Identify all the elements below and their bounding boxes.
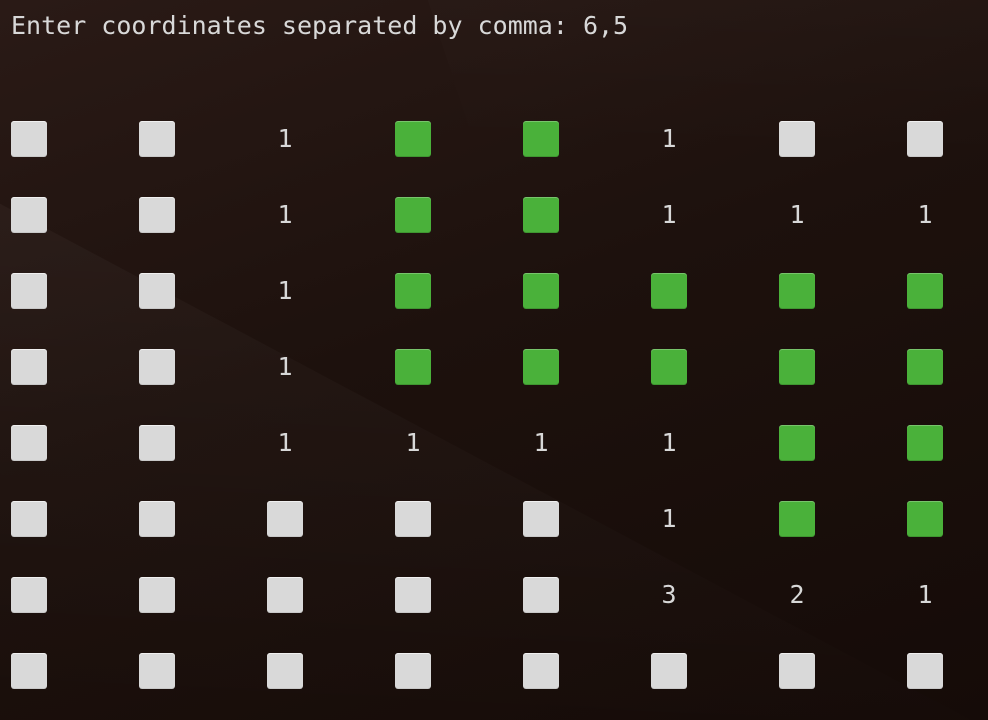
green-square-icon: [907, 273, 943, 309]
mine-count-cell: 2: [789, 580, 805, 609]
hidden-square-icon[interactable]: [907, 653, 943, 689]
board-row: 1: [11, 501, 988, 537]
mine-count-cell: 1: [661, 200, 677, 229]
mine-count-cell: 1: [917, 200, 933, 229]
hidden-square-icon[interactable]: [139, 273, 175, 309]
mine-count-cell: 3: [661, 580, 677, 609]
hidden-square-icon[interactable]: [11, 349, 47, 385]
hidden-square-icon[interactable]: [139, 653, 175, 689]
hidden-square-icon[interactable]: [139, 197, 175, 233]
minesweeper-board: 1111111111111321: [11, 121, 988, 720]
hidden-square-icon[interactable]: [11, 653, 47, 689]
green-square-icon: [395, 197, 431, 233]
green-square-icon: [651, 273, 687, 309]
green-square-icon: [395, 349, 431, 385]
board-row: 1 1 1 1: [11, 425, 988, 461]
green-square-icon: [779, 349, 815, 385]
mine-count-cell: 1: [789, 200, 805, 229]
hidden-square-icon[interactable]: [139, 425, 175, 461]
terminal-window[interactable]: Enter coordinates separated by comma: 6,…: [0, 0, 988, 720]
hidden-square-icon[interactable]: [139, 501, 175, 537]
board-row: [11, 653, 988, 689]
green-square-icon: [779, 273, 815, 309]
hidden-square-icon[interactable]: [11, 577, 47, 613]
mine-count-cell: 1: [661, 504, 677, 533]
hidden-square-icon[interactable]: [139, 349, 175, 385]
hidden-square-icon[interactable]: [523, 577, 559, 613]
mine-count-cell: 1: [533, 428, 549, 457]
hidden-square-icon[interactable]: [267, 501, 303, 537]
board-row: 3 2 1: [11, 577, 988, 613]
hidden-square-icon[interactable]: [395, 653, 431, 689]
green-square-icon: [523, 121, 559, 157]
hidden-square-icon[interactable]: [139, 577, 175, 613]
mine-count-cell: 1: [277, 428, 293, 457]
mine-count-cell: 1: [661, 124, 677, 153]
hidden-square-icon[interactable]: [11, 197, 47, 233]
board-row: 1: [11, 349, 988, 385]
mine-count-cell: 1: [277, 276, 293, 305]
green-square-icon: [395, 273, 431, 309]
hidden-square-icon[interactable]: [779, 121, 815, 157]
green-square-icon: [779, 425, 815, 461]
hidden-square-icon[interactable]: [651, 653, 687, 689]
green-square-icon: [523, 273, 559, 309]
hidden-square-icon[interactable]: [395, 501, 431, 537]
green-square-icon: [395, 121, 431, 157]
board-row: 1: [11, 273, 988, 309]
hidden-square-icon[interactable]: [267, 577, 303, 613]
hidden-square-icon[interactable]: [523, 501, 559, 537]
hidden-square-icon[interactable]: [11, 425, 47, 461]
board-row: 1 1 1 1: [11, 197, 988, 233]
prompt-text: Enter coordinates separated by comma:: [11, 11, 583, 40]
hidden-square-icon[interactable]: [779, 653, 815, 689]
green-square-icon: [779, 501, 815, 537]
green-square-icon: [651, 349, 687, 385]
hidden-square-icon[interactable]: [267, 653, 303, 689]
board-row: 11: [11, 121, 988, 157]
mine-count-cell: 1: [277, 352, 293, 381]
hidden-square-icon[interactable]: [523, 653, 559, 689]
coordinate-input[interactable]: 6,5: [583, 11, 628, 40]
hidden-square-icon[interactable]: [395, 577, 431, 613]
mine-count-cell: 1: [917, 580, 933, 609]
green-square-icon: [907, 501, 943, 537]
mine-count-cell: 1: [277, 200, 293, 229]
hidden-square-icon[interactable]: [907, 121, 943, 157]
hidden-square-icon[interactable]: [11, 501, 47, 537]
green-square-icon: [523, 349, 559, 385]
mine-count-cell: 1: [405, 428, 421, 457]
hidden-square-icon[interactable]: [11, 273, 47, 309]
hidden-square-icon[interactable]: [11, 121, 47, 157]
green-square-icon: [523, 197, 559, 233]
mine-count-cell: 1: [661, 428, 677, 457]
green-square-icon: [907, 425, 943, 461]
coordinate-prompt: Enter coordinates separated by comma: 6,…: [11, 8, 628, 44]
green-square-icon: [907, 349, 943, 385]
mine-count-cell: 1: [277, 124, 293, 153]
hidden-square-icon[interactable]: [139, 121, 175, 157]
